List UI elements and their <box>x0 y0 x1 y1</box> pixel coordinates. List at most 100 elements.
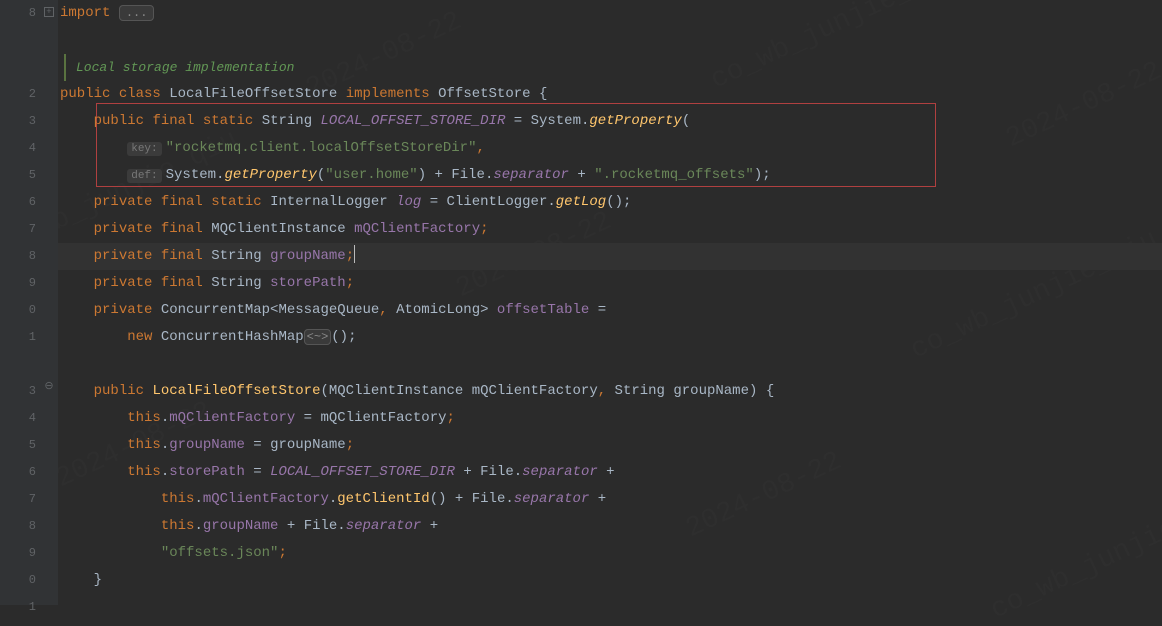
code-line[interactable]: this.mQClientFactory.getClientId() + Fil… <box>58 486 1162 513</box>
space <box>388 302 396 318</box>
code-line[interactable]: private final MQClientInstance mQClientF… <box>58 216 1162 243</box>
line-number: 5 <box>29 438 36 452</box>
code-line[interactable] <box>58 351 1162 378</box>
brace: } <box>94 572 102 588</box>
semicolon: ; <box>480 221 488 237</box>
field: mQClientFactory <box>203 491 329 507</box>
doc-comment: Local storage implementation <box>64 54 294 81</box>
code-line[interactable]: this.mQClientFactory = mQClientFactory; <box>58 405 1162 432</box>
semicolon: ; <box>346 275 354 291</box>
code-line[interactable]: public class LocalFileOffsetStore implem… <box>58 81 1162 108</box>
keyword: implements <box>346 86 430 102</box>
comma: , <box>476 140 484 156</box>
line-number: 7 <box>29 222 36 236</box>
parameter: groupName <box>270 437 346 453</box>
operator: + <box>421 518 438 534</box>
keyword: final <box>152 113 194 129</box>
operator: = <box>253 437 261 453</box>
dot: . <box>161 437 169 453</box>
line-number: 3 <box>29 384 36 398</box>
field: groupName <box>270 248 346 264</box>
keyword: static <box>203 113 253 129</box>
keyword: final <box>161 275 203 291</box>
code-editor[interactable]: 8+ 2 3 4 5 6 7 8 9 0 1 3⊖ 4 5 6 7 8 9 0 … <box>0 0 1162 605</box>
type: String <box>615 383 665 399</box>
code-line[interactable]: private ConcurrentMap<MessageQueue, Atom… <box>58 297 1162 324</box>
code-line[interactable]: import ... <box>58 0 1162 27</box>
field: storePath <box>270 275 346 291</box>
method: getLog <box>556 194 606 210</box>
line-number: 4 <box>29 411 36 425</box>
fold-toggle-icon[interactable]: + <box>44 7 54 17</box>
code-line[interactable]: "offsets.json"; <box>58 540 1162 567</box>
code-line-current[interactable]: private final String groupName; <box>58 243 1162 270</box>
folded-region[interactable]: ... <box>119 5 155 21</box>
method: getProperty <box>224 167 316 183</box>
type: ConcurrentHashMap <box>161 329 304 345</box>
code-area[interactable]: import ... Local storage implementation … <box>58 0 1162 605</box>
dot: . <box>161 410 169 426</box>
field: mQClientFactory <box>169 410 295 426</box>
code-line[interactable]: } <box>58 567 1162 594</box>
parameter-hint: key: <box>127 142 161 156</box>
code-line[interactable]: private final String storePath; <box>58 270 1162 297</box>
operator: = <box>253 464 261 480</box>
dot: . <box>547 194 555 210</box>
semicolon: ; <box>346 248 354 264</box>
code-line[interactable]: key:"rocketmq.client.localOffsetStoreDir… <box>58 135 1162 162</box>
field: offsetTable <box>497 302 589 318</box>
operator: = <box>430 194 438 210</box>
dot: . <box>194 518 202 534</box>
type: String <box>211 248 261 264</box>
keyword: private <box>94 248 153 264</box>
code-line[interactable]: new ConcurrentHashMap<~>(); <box>58 324 1162 351</box>
field: storePath <box>169 464 245 480</box>
type: AtomicLong <box>396 302 480 318</box>
semicolon: ; <box>346 437 354 453</box>
code-line[interactable]: this.groupName = groupName; <box>58 432 1162 459</box>
method: getClientId <box>337 491 429 507</box>
field: separator <box>522 464 598 480</box>
fold-toggle-icon[interactable]: ⊖ <box>44 383 54 393</box>
constructor: LocalFileOffsetStore <box>152 383 320 399</box>
keyword-import: import <box>60 5 110 21</box>
code-line[interactable] <box>58 27 1162 54</box>
type: InternalLogger <box>270 194 388 210</box>
parameter: mQClientFactory <box>472 383 598 399</box>
class-name: File <box>304 518 338 534</box>
string-literal: ".rocketmq_offsets" <box>594 167 754 183</box>
code-line[interactable]: Local storage implementation <box>58 54 1162 81</box>
operator: + <box>426 167 451 183</box>
type: MQClientInstance <box>329 383 463 399</box>
operator: + <box>569 167 594 183</box>
parameter: mQClientFactory <box>320 410 446 426</box>
operator: = <box>598 302 606 318</box>
operator: + <box>447 491 472 507</box>
code-line[interactable] <box>58 594 1162 621</box>
folded-diamond[interactable]: <~> <box>304 329 332 345</box>
gutter: 8+ 2 3 4 5 6 7 8 9 0 1 3⊖ 4 5 6 7 8 9 0 … <box>0 0 58 605</box>
paren: ) <box>418 167 426 183</box>
code-line[interactable]: private final static InternalLogger log … <box>58 189 1162 216</box>
operator: + <box>598 464 615 480</box>
code-line[interactable]: def:System.getProperty("user.home") + Fi… <box>58 162 1162 189</box>
field: separator <box>514 491 590 507</box>
code-line[interactable]: public final static String LOCAL_OFFSET_… <box>58 108 1162 135</box>
keyword: public <box>60 86 110 102</box>
field: groupName <box>203 518 279 534</box>
code-line[interactable]: this.storePath = LOCAL_OFFSET_STORE_DIR … <box>58 459 1162 486</box>
field: groupName <box>169 437 245 453</box>
code-line[interactable]: this.groupName + File.separator + <box>58 513 1162 540</box>
keyword: final <box>161 248 203 264</box>
paren: ( <box>320 383 328 399</box>
method: getProperty <box>589 113 681 129</box>
line-number: 1 <box>29 330 36 344</box>
angle: > <box>480 302 488 318</box>
keyword: private <box>94 221 153 237</box>
code-line[interactable]: public LocalFileOffsetStore(MQClientInst… <box>58 378 1162 405</box>
comma: , <box>379 302 387 318</box>
string-literal: "offsets.json" <box>161 545 279 561</box>
keyword: private <box>94 302 153 318</box>
line-number: 9 <box>29 276 36 290</box>
line-number: 7 <box>29 492 36 506</box>
